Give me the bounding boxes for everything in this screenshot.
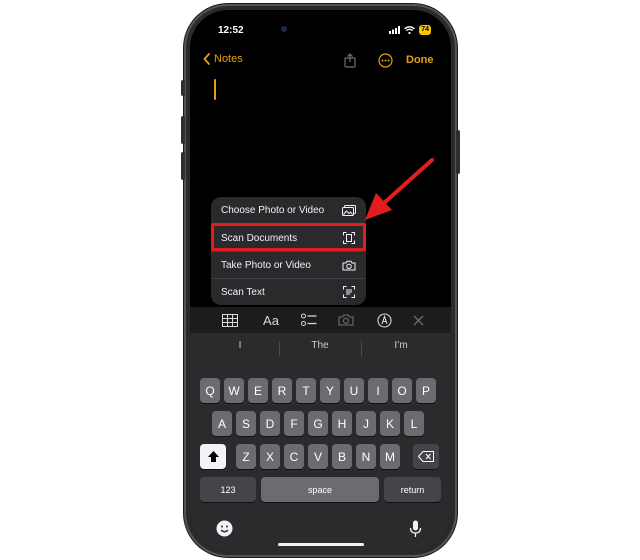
key-m[interactable]: M <box>380 444 400 469</box>
volume-up-button <box>181 116 185 144</box>
space-key[interactable]: space <box>261 477 379 502</box>
menu-item-scan-text[interactable]: Scan Text <box>211 278 366 305</box>
more-button[interactable] <box>378 53 393 73</box>
share-button[interactable] <box>343 53 357 73</box>
text-format-icon: Aa <box>263 312 279 328</box>
formatting-toolbar: Aa <box>190 307 451 333</box>
photo-library-icon <box>342 205 356 217</box>
dictation-button[interactable] <box>409 520 422 543</box>
front-camera <box>281 26 287 32</box>
battery-icon: 74 <box>419 25 431 35</box>
key-a[interactable]: A <box>212 411 232 436</box>
key-r[interactable]: R <box>272 378 292 403</box>
delete-icon <box>418 451 434 462</box>
key-g[interactable]: G <box>308 411 328 436</box>
prediction-divider <box>361 341 362 356</box>
prediction-2[interactable]: The <box>290 340 350 351</box>
menu-item-label: Choose Photo or Video <box>221 205 325 216</box>
menu-item-take-photo[interactable]: Take Photo or Video <box>211 251 366 278</box>
camera-icon <box>338 314 354 326</box>
key-w[interactable]: W <box>224 378 244 403</box>
key-z[interactable]: Z <box>236 444 256 469</box>
prediction-3[interactable]: I’m <box>371 340 431 351</box>
more-icon <box>378 53 393 68</box>
menu-item-label: Scan Text <box>221 286 265 298</box>
home-indicator[interactable] <box>278 543 364 546</box>
checklist-icon <box>301 313 317 326</box>
signal-icon <box>389 26 401 34</box>
table-button[interactable] <box>220 311 240 329</box>
scan-text-icon <box>342 286 356 298</box>
key-e[interactable]: E <box>248 378 268 403</box>
text-format-button[interactable]: Aa <box>261 311 281 329</box>
back-button[interactable]: Notes <box>203 53 243 65</box>
key-n[interactable]: N <box>356 444 376 469</box>
wifi-icon <box>404 26 416 34</box>
share-icon <box>344 53 356 68</box>
key-l[interactable]: L <box>404 411 424 436</box>
key-f[interactable]: F <box>284 411 304 436</box>
return-key[interactable]: return <box>384 477 441 502</box>
key-v[interactable]: V <box>308 444 328 469</box>
close-icon <box>413 315 423 325</box>
chevron-left-icon <box>203 53 210 65</box>
key-s[interactable]: S <box>236 411 256 436</box>
emoji-button[interactable] <box>216 520 233 542</box>
key-c[interactable]: C <box>284 444 304 469</box>
key-y[interactable]: Y <box>320 378 340 403</box>
key-j[interactable]: J <box>356 411 376 436</box>
key-u[interactable]: U <box>344 378 364 403</box>
camera-button[interactable] <box>336 311 356 329</box>
close-toolbar-button[interactable] <box>408 311 428 329</box>
prediction-1[interactable]: I <box>210 340 270 351</box>
volume-down-button <box>181 152 185 180</box>
key-d[interactable]: D <box>260 411 280 436</box>
key-x[interactable]: X <box>260 444 280 469</box>
status-indicators: 74 <box>389 25 431 35</box>
camera-icon <box>342 259 356 271</box>
menu-item-choose-photo[interactable]: Choose Photo or Video <box>211 197 366 224</box>
key-k[interactable]: K <box>380 411 400 436</box>
key-i[interactable]: I <box>368 378 388 403</box>
microphone-icon <box>409 520 422 537</box>
shift-key[interactable] <box>200 444 226 469</box>
screen: 12:52 74 Notes Done Choose Photo or Vide… <box>190 10 451 551</box>
checklist-button[interactable] <box>299 311 319 329</box>
action-button <box>181 80 185 96</box>
attachment-menu: Choose Photo or Video Scan Documents Tak… <box>211 197 366 305</box>
markup-button[interactable] <box>374 311 394 329</box>
key-p[interactable]: P <box>416 378 436 403</box>
numbers-key[interactable]: 123 <box>200 477 256 502</box>
key-q[interactable]: Q <box>200 378 220 403</box>
key-o[interactable]: O <box>392 378 412 403</box>
back-button-label: Notes <box>214 53 243 65</box>
table-icon <box>222 313 238 327</box>
markup-icon <box>376 312 392 328</box>
status-time: 12:52 <box>218 25 244 36</box>
power-button <box>456 130 460 174</box>
done-button[interactable]: Done <box>406 54 434 66</box>
key-h[interactable]: H <box>332 411 352 436</box>
keyboard: I The I’m Q W E R T Y U I O P A S D F G … <box>190 333 451 551</box>
text-cursor <box>214 79 216 100</box>
scan-documents-highlight <box>211 223 366 251</box>
shift-icon <box>207 451 219 462</box>
emoji-icon <box>216 520 233 537</box>
prediction-divider <box>279 341 280 356</box>
delete-key[interactable] <box>413 444 439 469</box>
menu-item-label: Take Photo or Video <box>221 259 311 271</box>
key-b[interactable]: B <box>332 444 352 469</box>
key-t[interactable]: T <box>296 378 316 403</box>
